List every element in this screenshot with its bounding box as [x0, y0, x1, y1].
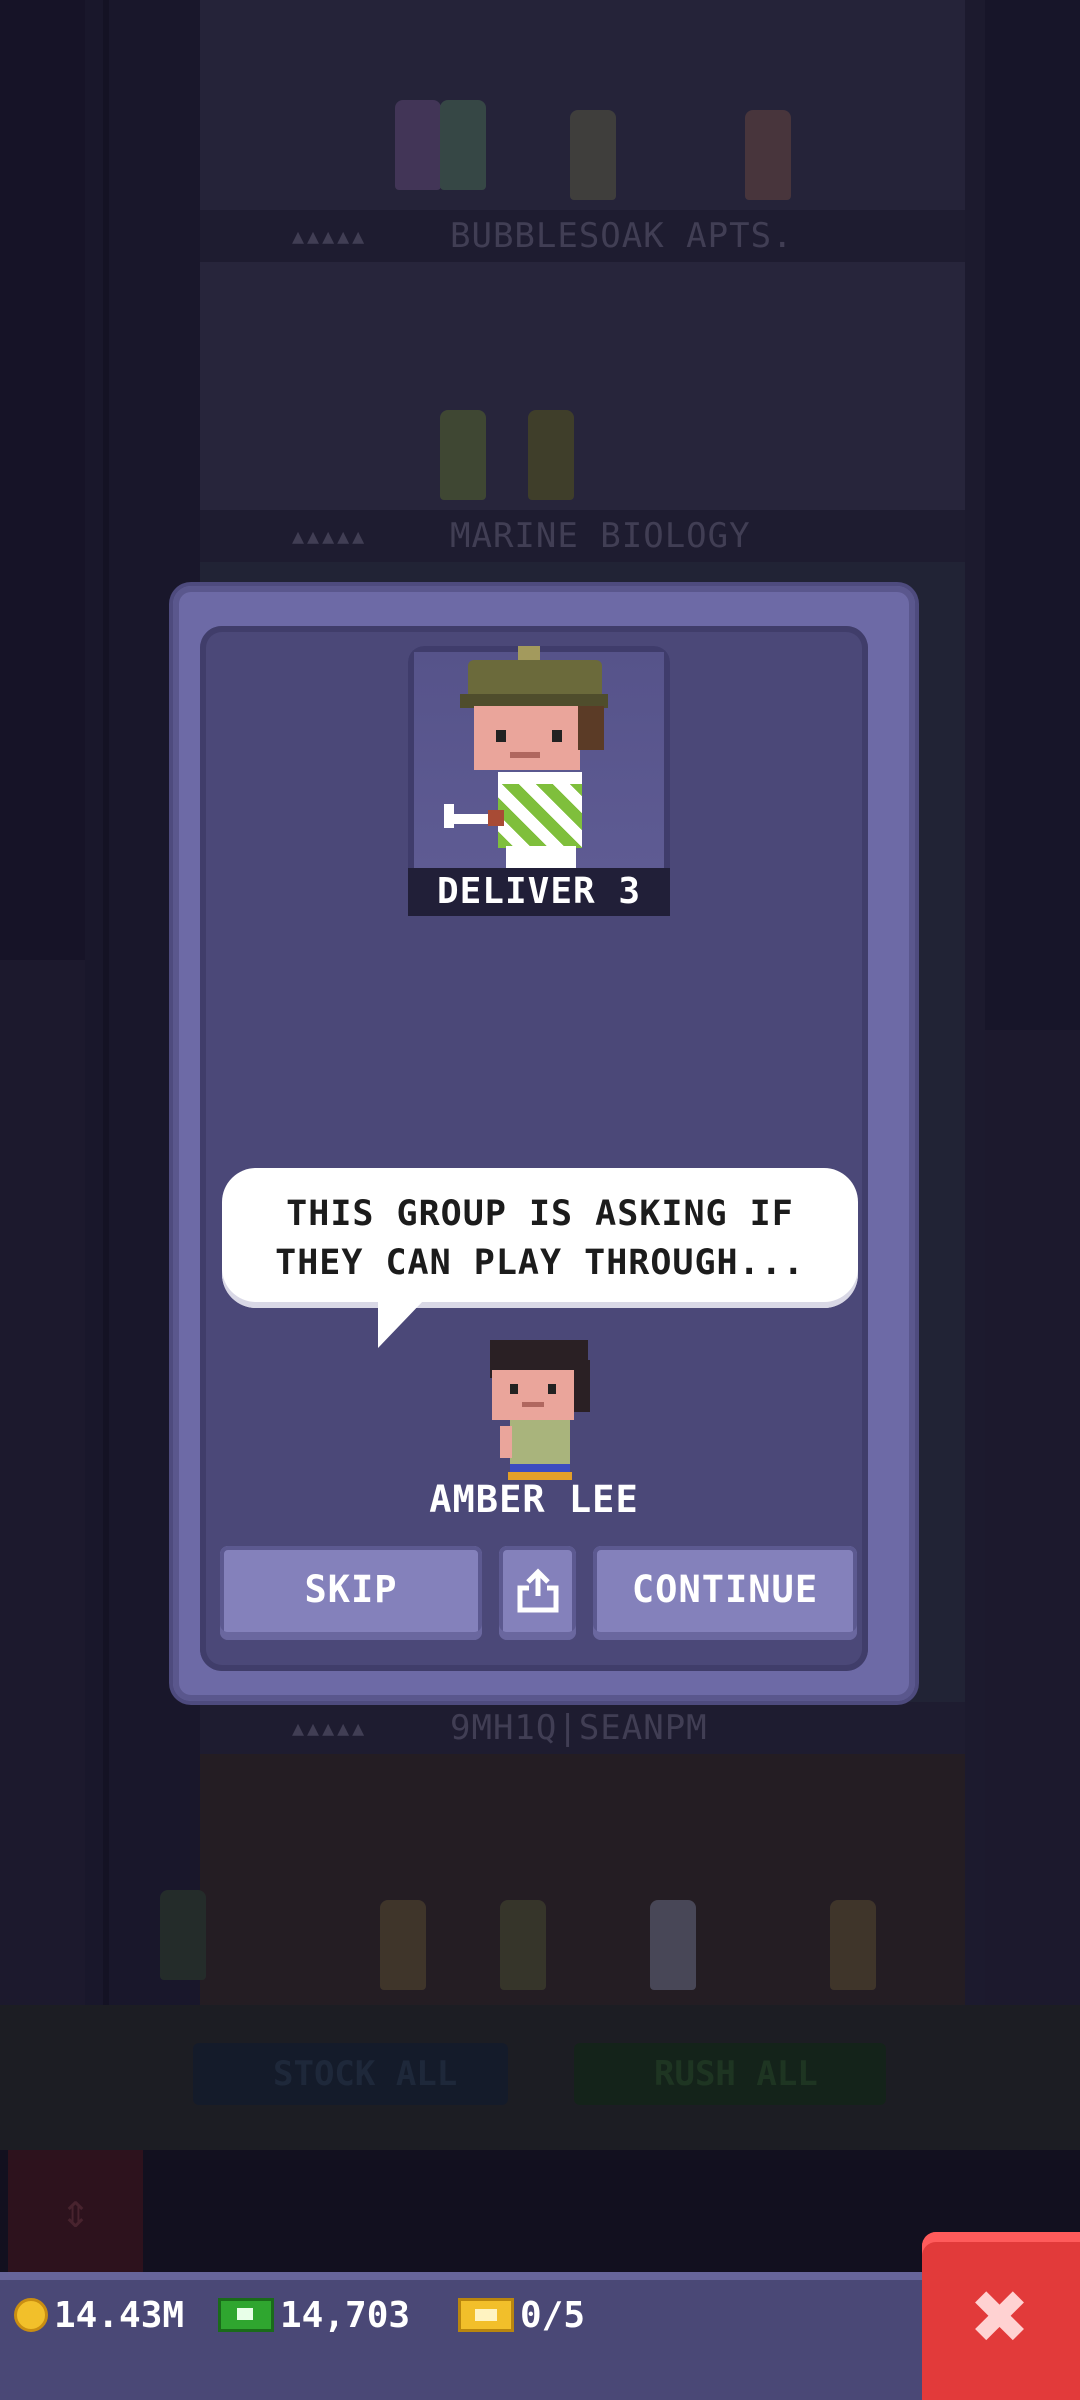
close-icon: ✖: [972, 2260, 1030, 2372]
golfer-hand: [488, 810, 504, 826]
coins-display: 14.43M: [14, 2290, 184, 2340]
tickets-display: 0/5: [458, 2290, 585, 2340]
coin-icon: [14, 2298, 48, 2332]
speaker-mouth: [522, 1402, 544, 1407]
mission-caption: DELIVER 3: [408, 868, 670, 916]
share-icon: [517, 1568, 559, 1613]
golfer-eye: [496, 730, 506, 742]
close-button[interactable]: ✖: [922, 2232, 1080, 2400]
golfer-mouth: [510, 752, 540, 758]
bux-icon: [218, 2298, 274, 2332]
speaker-name: AMBER LEE: [429, 1478, 639, 1521]
speaker-hair-side: [574, 1360, 590, 1412]
skip-button[interactable]: SKIP: [220, 1546, 482, 1640]
speech-text: THIS GROUP IS ASKING IF THEY CAN PLAY TH…: [222, 1190, 858, 1288]
golfer-collar: [498, 772, 582, 784]
golfer-face: [474, 706, 580, 770]
golden-ticket-icon: [458, 2298, 514, 2332]
speaker-face: [492, 1370, 574, 1420]
speech-line: THIS GROUP IS ASKING IF: [286, 1194, 794, 1234]
speaker-shirt: [510, 1420, 570, 1464]
golfer-eye: [552, 730, 562, 742]
bux-value: 14,703: [280, 2294, 411, 2336]
tickets-value: 0/5: [520, 2294, 586, 2336]
speaker-eye: [548, 1384, 556, 1394]
speaker-arm: [500, 1426, 512, 1458]
speech-line: THEY CAN PLAY THROUGH...: [275, 1243, 805, 1283]
bux-display: 14,703: [218, 2290, 410, 2340]
continue-button[interactable]: CONTINUE: [593, 1546, 857, 1640]
speech-bubble-tail: [378, 1300, 424, 1348]
golf-club-head: [444, 804, 454, 828]
golfer-hair: [578, 706, 604, 750]
golfer-legs: [506, 846, 576, 868]
coins-value: 14.43M: [54, 2294, 185, 2336]
speaker-eye: [510, 1384, 518, 1394]
